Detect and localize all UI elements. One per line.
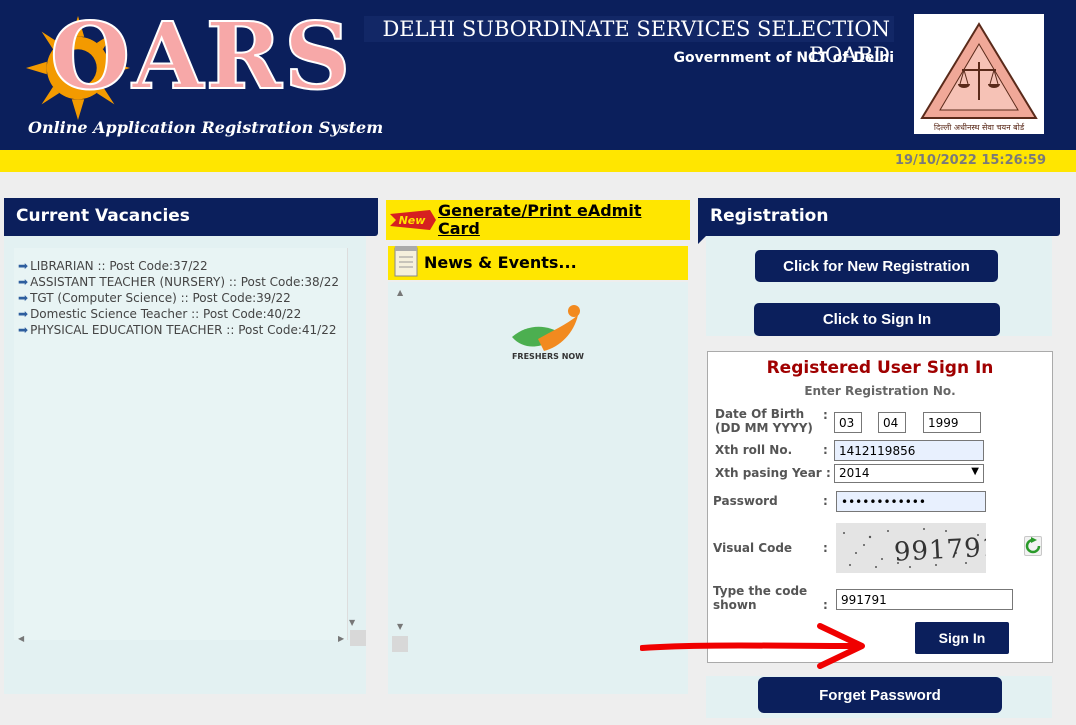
- date-bar: 19/10/2022 15:26:59: [0, 150, 1076, 172]
- vertical-scrollbar[interactable]: ▼: [346, 248, 360, 640]
- dob-month-input[interactable]: [878, 412, 906, 433]
- board-title: DELHI SUBORDINATE SERVICES SELECTION BOA…: [364, 16, 894, 67]
- scroll-right-icon[interactable]: ▶: [338, 634, 344, 643]
- password-label: Password: [713, 494, 778, 508]
- red-arrow-annotation: [640, 623, 865, 669]
- registration-title: Registration: [710, 206, 829, 226]
- board-subtitle: Government of NCT of Delhi: [673, 50, 894, 66]
- scroll-up-icon[interactable]: ▲: [397, 288, 403, 297]
- vacancy-label: LIBRARIAN :: Post Code:37/22: [30, 259, 208, 273]
- dob-day-input[interactable]: [834, 412, 862, 433]
- vacancies-list: ➡ LIBRARIAN :: Post Code:37/22 ➡ ASSISTANT …: [14, 248, 348, 640]
- forget-password-button[interactable]: Forget Password: [758, 677, 1002, 713]
- scroll-left-icon[interactable]: ◀: [18, 634, 24, 643]
- captcha-text: 991791: [893, 532, 986, 568]
- board-emblem: दिल्ली अधीनस्थ सेवा चयन बोर्ड: [914, 14, 1044, 134]
- scroll-down-icon[interactable]: ▼: [349, 618, 355, 627]
- signin-title: Registered User Sign In: [766, 358, 994, 378]
- generate-admit-card-link[interactable]: Generate/Print eAdmit Card: [438, 202, 678, 238]
- passing-year-label: Xth pasing Year: [715, 466, 822, 480]
- vacancies-title: Current Vacancies: [16, 206, 190, 226]
- dob-label: Date Of Birth (DD MM YYYY): [715, 407, 813, 435]
- arrow-right-icon: ➡: [18, 323, 29, 337]
- svg-text:दिल्ली अधीनस्थ सेवा चयन बोर्ड: दिल्ली अधीनस्थ सेवा चयन बोर्ड: [934, 122, 1025, 132]
- new-badge-icon: New: [390, 210, 436, 230]
- visual-code-label: Visual Code: [713, 541, 793, 555]
- tagline: Online Application Registration System: [28, 118, 384, 137]
- vacancy-label: PHYSICAL EDUCATION TEACHER :: Post Code:…: [30, 323, 337, 337]
- admit-card-banner[interactable]: New Generate/Print eAdmit Card: [386, 200, 690, 240]
- roll-number-input[interactable]: [834, 440, 984, 461]
- captcha-input[interactable]: [836, 589, 1013, 610]
- news-title: News & Events...: [424, 253, 577, 272]
- arrow-right-icon: ➡: [18, 291, 29, 305]
- new-registration-button[interactable]: Click for New Registration: [755, 250, 998, 282]
- vacancy-label: ASSISTANT TEACHER (NURSERY) :: Post Code…: [30, 275, 339, 289]
- refresh-captcha-icon[interactable]: [1024, 536, 1042, 556]
- vacancy-label: TGT (Computer Science) :: Post Code:39/2…: [30, 291, 291, 305]
- vacancy-item[interactable]: ➡ ASSISTANT TEACHER (NURSERY) :: Post Cod…: [14, 274, 347, 290]
- dob-year-input[interactable]: [923, 412, 981, 433]
- notepad-icon: [394, 246, 418, 277]
- captcha-image: 991791: [836, 523, 986, 573]
- scroll-corner: [350, 630, 366, 646]
- signin-subtitle: Enter Registration No.: [804, 384, 956, 398]
- news-scrollbar[interactable]: ▲ ▼: [394, 286, 408, 632]
- type-code-label: Type the code shown: [713, 584, 808, 612]
- arrow-right-icon: ➡: [18, 275, 29, 289]
- sign-in-nav-button[interactable]: Click to Sign In: [754, 303, 1000, 336]
- vacancy-label: Domestic Science Teacher :: Post Code:40…: [30, 307, 302, 321]
- vacancy-item[interactable]: ➡ PHYSICAL EDUCATION TEACHER :: Post Code…: [14, 322, 347, 338]
- scroll-down-icon[interactable]: ▼: [397, 622, 403, 631]
- vacancy-item[interactable]: ➡ LIBRARIAN :: Post Code:37/22: [14, 258, 347, 274]
- password-input[interactable]: [836, 491, 986, 512]
- registration-heading: Registration: [698, 198, 1060, 244]
- vacancy-item[interactable]: ➡ TGT (Computer Science) :: Post Code:39/…: [14, 290, 347, 306]
- arrow-right-icon: ➡: [18, 259, 29, 273]
- svg-text:New: New: [399, 214, 427, 227]
- emblem-icon: दिल्ली अधीनस्थ सेवा चयन बोर्ड: [920, 22, 1038, 132]
- header-banner: OARS Online Application Registration Sys…: [0, 0, 1076, 150]
- chevron-down-icon: ▼: [971, 466, 979, 477]
- scroll-corner: [392, 636, 408, 652]
- freshers-now-text: FRESHERS NOW: [511, 352, 585, 361]
- current-datetime: 19/10/2022 15:26:59: [894, 153, 1046, 168]
- roll-label: Xth roll No.: [715, 443, 793, 457]
- vacancy-item[interactable]: ➡ Domestic Science Teacher :: Post Code:4…: [14, 306, 347, 322]
- passing-year-select[interactable]: 2014 ▼: [834, 464, 984, 483]
- oars-logo: OARS: [20, 2, 360, 120]
- logo-text: OARS: [49, 2, 353, 110]
- signin-form: Registered User Sign In Enter Registrati…: [707, 351, 1053, 663]
- news-heading: News & Events...: [388, 246, 688, 280]
- vacancies-heading: Current Vacancies: [4, 198, 378, 244]
- arrow-right-icon: ➡: [18, 307, 29, 321]
- vacancies-panel: ➡ LIBRARIAN :: Post Code:37/22 ➡ ASSISTANT …: [4, 236, 366, 694]
- sign-in-button[interactable]: Sign In: [915, 622, 1009, 654]
- horizontal-scrollbar[interactable]: ◀ ▶: [14, 632, 348, 646]
